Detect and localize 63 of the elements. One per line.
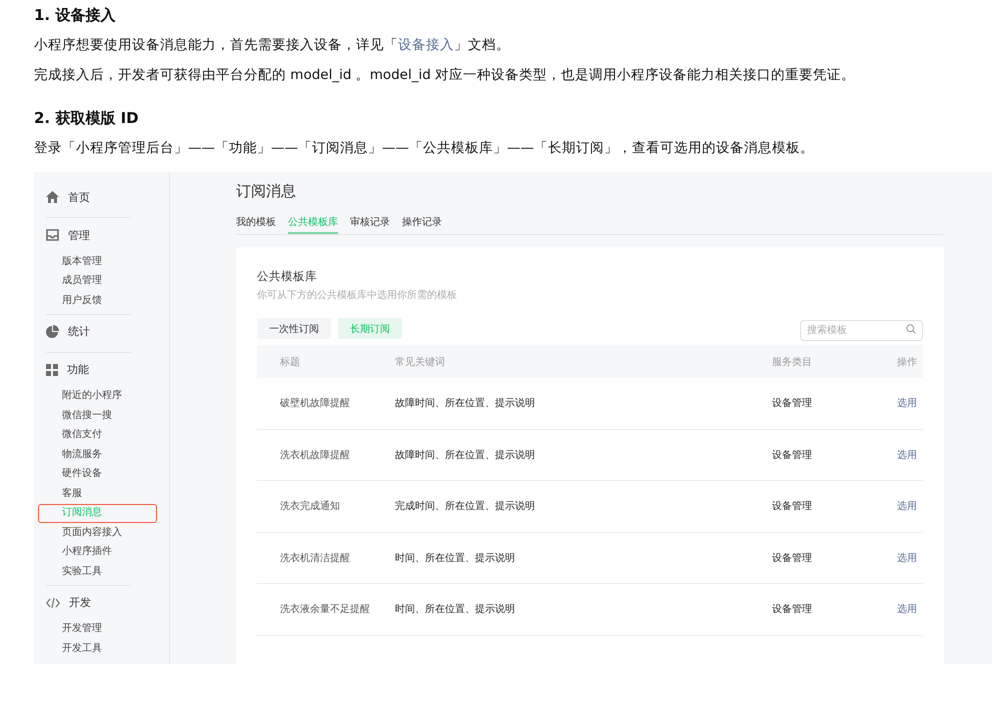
sidebar-subitem[interactable]: 物流服务: [38, 445, 157, 464]
card-title: 公共模板库: [257, 269, 318, 284]
section-heading: 1. 设备接入: [34, 6, 116, 25]
sidebar-subitem[interactable]: 微信支付: [38, 426, 157, 445]
filter-button[interactable]: 一次性订阅: [257, 318, 331, 339]
sidebar-item[interactable]: 管理: [68, 228, 90, 242]
select-link[interactable]: 选用: [897, 550, 923, 565]
table-cell-text: 故障时间、所在位置、提示说明: [395, 448, 536, 462]
sidebar-subitem[interactable]: 实验工具: [38, 562, 157, 582]
sidebar-item[interactable]: 统计: [68, 324, 90, 339]
table-cell-text: 洗衣完成通知: [280, 500, 341, 514]
paragraph: 登录「小程序管理后台」——「功能」——「订阅消息」——「公共模板库」——「长期订阅」，查看可选用的设备消息模板。: [34, 139, 815, 158]
sidebar-subitem[interactable]: 客服: [38, 484, 157, 504]
section-heading: 2. 获取模版 ID: [34, 109, 140, 128]
search-field[interactable]: 搜索模板: [800, 320, 923, 341]
card-subtitle: 你可从下方的公共模板库中选用你所需的模板: [257, 288, 458, 302]
tab[interactable]: 操作记录: [402, 215, 442, 234]
select-link[interactable]: 选用: [897, 396, 923, 410]
table-cell-text: 洗衣液余量不足提醒: [280, 602, 371, 616]
page-title: 订阅消息: [236, 182, 297, 201]
paragraph: 小程序想要使用设备消息能力，首先需要接入设备，详见「设备接入」文档。: [34, 36, 511, 55]
sidebar-item[interactable]: 开发: [69, 595, 91, 610]
sidebar-subitem[interactable]: 小程序插件: [38, 542, 157, 562]
sidebar-subitem[interactable]: 页面内容接入: [38, 523, 157, 542]
column-header: 服务类目: [772, 356, 813, 368]
table-cell-text: 完成时间、所在位置、提示说明: [395, 500, 536, 514]
sidebar-subitem[interactable]: 版本管理: [38, 252, 157, 272]
pie-chart-icon: [46, 325, 59, 338]
home-icon: [46, 191, 59, 203]
table-cell-text: 时间、所在位置、提示说明: [395, 602, 516, 616]
sidebar-subitem[interactable]: 微信搜一搜: [38, 406, 157, 426]
table-cell-text: 时间、所在位置、提示说明: [395, 552, 516, 565]
sidebar-subitem[interactable]: 开发工具: [38, 639, 157, 658]
inbox-tray-icon: [46, 229, 59, 241]
table-cell-text: 破壁机故障提醒: [280, 396, 351, 410]
tab[interactable]: 审核记录: [350, 215, 390, 234]
table-cell-text: 洗衣机故障提醒: [280, 448, 351, 462]
table-cell-text: 设备管理: [772, 603, 813, 616]
table-cell-text: 设备管理: [772, 500, 813, 514]
sidebar-subitem[interactable]: 硬件设备: [38, 464, 157, 484]
column-header: 操作: [897, 356, 918, 368]
doc-link[interactable]: 设备接入: [398, 37, 454, 53]
sidebar-subitem[interactable]: 用户反馈: [38, 291, 157, 310]
table-cell-text: 设备管理: [772, 552, 813, 565]
table-cell-text: 设备管理: [772, 397, 813, 410]
select-link[interactable]: 选用: [897, 499, 923, 514]
column-header: 标题: [280, 356, 301, 368]
select-link[interactable]: 选用: [897, 602, 923, 616]
sidebar-subitem[interactable]: 成员管理: [38, 272, 157, 291]
sidebar-item[interactable]: 首页: [68, 190, 90, 204]
sidebar-item[interactable]: 功能: [67, 362, 89, 377]
table-cell-text: 洗衣机清洁提醒: [280, 552, 351, 565]
select-link[interactable]: 选用: [897, 448, 923, 462]
code-icon: [46, 596, 60, 608]
tab[interactable]: 我的模板: [236, 215, 276, 234]
paragraph: 完成接入后，开发者可获得由平台分配的 model_id 。model_id 对应一种设备类型，也是调用小程序设备能力相关接口的重要凭证。: [34, 66, 856, 85]
table-cell-text: 故障时间、所在位置、提示说明: [395, 396, 536, 410]
column-header: 常见关键词: [395, 356, 446, 368]
sidebar-subitem[interactable]: 附近的小程序: [38, 386, 157, 406]
sidebar-subitem[interactable]: 开发管理: [38, 620, 157, 639]
table-cell-text: 设备管理: [772, 448, 813, 462]
grid-icon: [46, 364, 58, 376]
search-icon: [906, 324, 916, 334]
